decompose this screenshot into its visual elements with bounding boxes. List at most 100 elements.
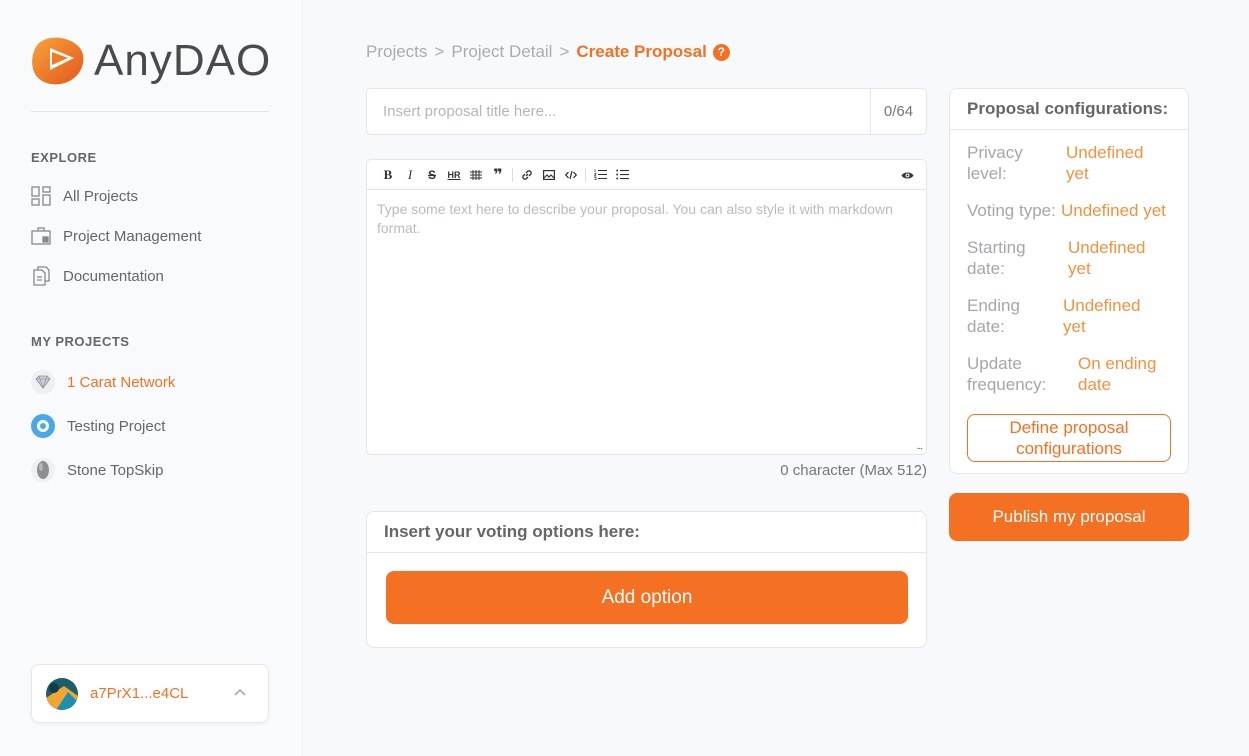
- config-value-line: Undefined yet: [1061, 201, 1166, 220]
- config-label: Ending date:: [967, 295, 1063, 337]
- project-label: Testing Project: [67, 417, 166, 435]
- breadcrumb-separator: >: [559, 42, 570, 61]
- wallet-avatar: [46, 677, 78, 710]
- chevron-up-icon: [234, 688, 246, 696]
- link-icon[interactable]: [516, 164, 538, 186]
- bold-icon[interactable]: B: [377, 164, 399, 186]
- briefcase-icon: [31, 226, 51, 246]
- config-value: Undefined yet: [1066, 142, 1144, 184]
- sidebar-item-documentation[interactable]: Documentation: [31, 264, 164, 288]
- config-label: Starting date:: [967, 237, 1068, 279]
- markdown-editor: B I S HR ❞ ...: [366, 159, 927, 455]
- define-config-button[interactable]: Define proposal configurations: [967, 414, 1171, 462]
- table-icon[interactable]: [465, 164, 487, 186]
- config-value-line: yet: [1063, 317, 1086, 336]
- preview-eye-icon[interactable]: [896, 164, 918, 186]
- proposal-config-card: Proposal configurations: Privacy level: …: [949, 88, 1189, 474]
- config-value-line: yet: [1068, 259, 1091, 278]
- description-char-count: 0 character (Max 512): [780, 462, 927, 479]
- project-item-testing-project[interactable]: Testing Project: [31, 413, 165, 439]
- config-title: Proposal configurations:: [950, 89, 1188, 130]
- config-row-ending-date: Ending date: Undefined yet: [967, 295, 1141, 337]
- editor-toolbar: B I S HR ❞: [367, 160, 926, 190]
- anydao-logo[interactable]: AnyDAO: [30, 34, 271, 88]
- sidebar: AnyDAO EXPLORE All Projects Project Mana…: [0, 0, 303, 756]
- breadcrumb: Projects > Project Detail > Create Propo…: [366, 42, 730, 62]
- proposal-title-input[interactable]: [367, 89, 870, 134]
- diamond-icon: [31, 370, 55, 394]
- config-value: Undefined yet: [1063, 295, 1141, 337]
- project-label: Stone TopSkip: [67, 461, 164, 479]
- italic-icon[interactable]: I: [399, 164, 421, 186]
- stone-icon: [31, 458, 55, 482]
- config-label-line: Voting type:: [967, 201, 1056, 220]
- config-value: Undefined yet: [1061, 200, 1166, 221]
- config-value-line: yet: [1066, 164, 1089, 183]
- sidebar-item-all-projects[interactable]: All Projects: [31, 184, 138, 208]
- ordered-list-icon[interactable]: [589, 164, 611, 186]
- gear-badge-icon: [31, 414, 55, 438]
- config-label-line: Ending: [967, 296, 1020, 315]
- config-row-starting-date: Starting date: Undefined yet: [967, 237, 1146, 279]
- config-label-line: frequency:: [967, 375, 1047, 394]
- config-value: On ending date: [1078, 353, 1156, 395]
- config-label-line: date:: [967, 259, 1005, 278]
- project-item-1-carat-network[interactable]: 1 Carat Network: [31, 369, 175, 395]
- config-value-line: date: [1078, 375, 1112, 394]
- project-item-stone-topskip[interactable]: Stone TopSkip: [31, 457, 163, 483]
- anydao-logo-icon: [32, 37, 84, 85]
- brand-name: AnyDAO: [94, 36, 272, 85]
- sidebar-divider: [31, 111, 269, 112]
- config-value-line: Undefined: [1063, 296, 1141, 315]
- my-projects-section-title: MY PROJECTS: [31, 334, 130, 349]
- config-label-line: level:: [967, 164, 1007, 183]
- config-label-line: Starting: [967, 238, 1026, 257]
- define-config-label-line: configurations: [1016, 439, 1122, 458]
- config-value-line: On ending: [1078, 354, 1157, 373]
- define-config-label-line: Define proposal: [1009, 418, 1129, 437]
- wallet-account-switcher[interactable]: a7PrX1...e4CL: [31, 664, 269, 723]
- sidebar-item-label: All Projects: [63, 187, 139, 205]
- quote-icon[interactable]: ❞: [487, 164, 509, 186]
- config-label: Privacy level:: [967, 142, 1066, 184]
- toolbar-separator: [585, 167, 586, 182]
- sidebar-item-label: Project Management: [63, 227, 202, 245]
- hr-icon[interactable]: HR: [443, 164, 465, 186]
- config-row-update-frequency: Update frequency: On ending date: [967, 353, 1156, 395]
- sidebar-item-project-management[interactable]: Project Management: [31, 224, 201, 248]
- config-row-voting-type: Voting type: Undefined yet: [967, 200, 1166, 221]
- proposal-description-editor[interactable]: [367, 190, 926, 452]
- explore-section-title: EXPLORE: [31, 150, 97, 165]
- voting-options-card: Insert your voting options here: Add opt…: [366, 511, 927, 648]
- add-option-button[interactable]: Add option: [386, 571, 908, 624]
- publish-proposal-button[interactable]: Publish my proposal: [949, 493, 1189, 541]
- voting-options-title: Insert your voting options here:: [367, 512, 926, 553]
- documents-icon: [31, 266, 51, 286]
- config-label-line: date:: [967, 317, 1005, 336]
- help-icon[interactable]: ?: [712, 43, 730, 61]
- config-row-privacy: Privacy level: Undefined yet: [967, 142, 1144, 184]
- breadcrumb-project-detail[interactable]: Project Detail: [451, 42, 552, 62]
- grid-icon: [31, 186, 51, 206]
- breadcrumb-separator: >: [434, 42, 445, 61]
- sidebar-item-label: Documentation: [63, 267, 164, 285]
- config-label: Update frequency:: [967, 353, 1078, 395]
- project-label: 1 Carat Network: [67, 373, 176, 391]
- config-value-line: Undefined: [1068, 238, 1146, 257]
- config-label: Voting type:: [967, 200, 1061, 221]
- config-value-line: Undefined: [1066, 143, 1144, 162]
- image-icon[interactable]: [538, 164, 560, 186]
- wallet-address: a7PrX1...e4CL: [90, 685, 189, 702]
- title-char-counter: 0/64: [870, 89, 926, 134]
- editor-resize-handle[interactable]: ...: [917, 441, 923, 452]
- unordered-list-icon[interactable]: [611, 164, 633, 186]
- code-icon[interactable]: [560, 164, 582, 186]
- config-value: Undefined yet: [1068, 237, 1146, 279]
- breadcrumb-current: Create Proposal: [576, 42, 707, 61]
- config-label-line: Update: [967, 354, 1022, 373]
- strikethrough-icon[interactable]: S: [421, 164, 443, 186]
- breadcrumb-projects[interactable]: Projects: [366, 42, 427, 62]
- proposal-title-box: 0/64: [366, 88, 927, 135]
- toolbar-separator: [512, 167, 513, 182]
- config-label-line: Privacy: [967, 143, 1023, 162]
